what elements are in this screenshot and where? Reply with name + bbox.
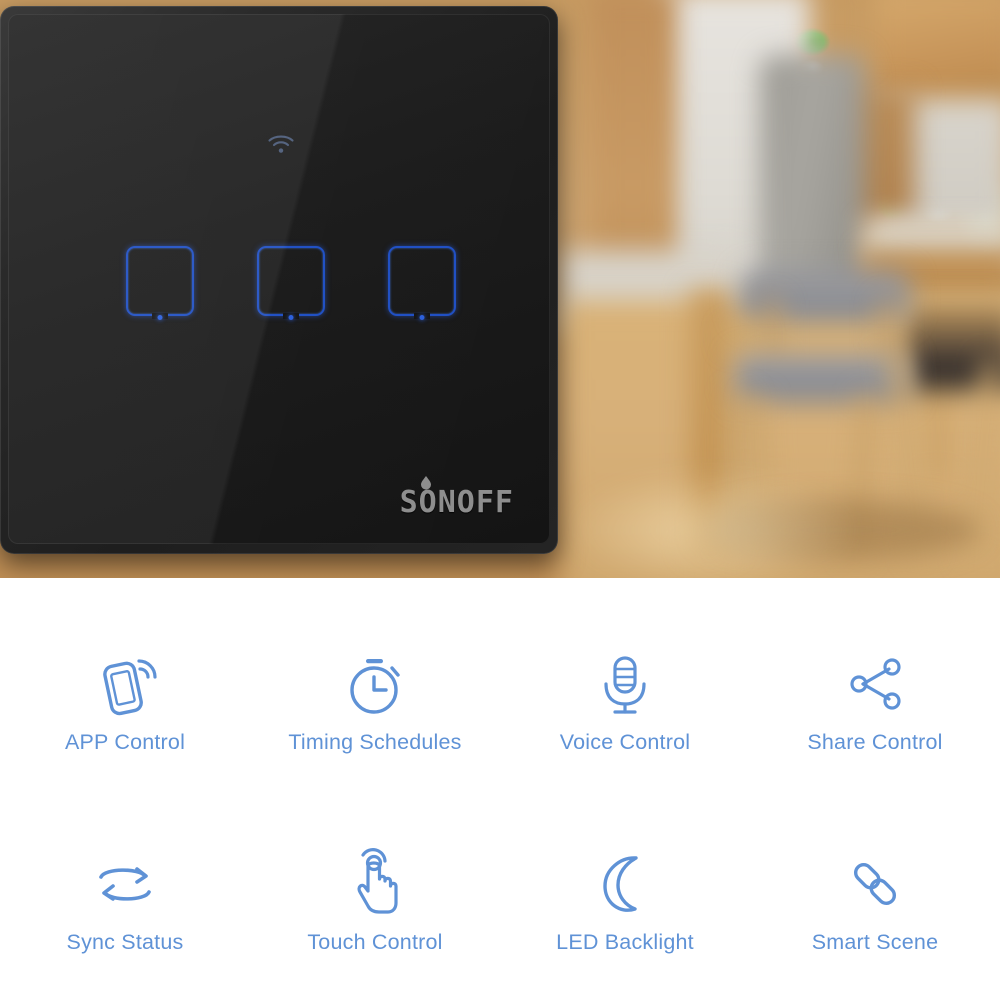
photo-chair-post-left	[765, 300, 779, 360]
feature-label: Timing Schedules	[288, 729, 462, 754]
photo-upper-cabinet	[875, 0, 1000, 98]
microphone-icon	[587, 646, 663, 722]
switch-glass-face: SONOFF	[8, 14, 550, 544]
sonoff-drop-mark	[418, 475, 434, 491]
chain-link-icon	[837, 846, 913, 922]
key-outline	[388, 246, 456, 316]
feature-voice-control[interactable]: Voice Control	[500, 600, 750, 800]
touch-key-gang-2[interactable]	[257, 246, 325, 320]
feature-touch-control[interactable]: Touch Control	[250, 800, 500, 1000]
crescent-moon-icon	[587, 846, 663, 922]
touch-key-gang-1[interactable]	[126, 246, 194, 320]
key-led-dot	[419, 315, 425, 320]
brand-wordmark: SONOFF	[399, 485, 514, 520]
wifi-icon	[266, 132, 296, 156]
share-nodes-icon	[837, 646, 913, 722]
stopwatch-icon	[337, 646, 413, 722]
feature-led-backlight[interactable]: LED Backlight	[500, 800, 750, 1000]
key-led-dot	[157, 315, 163, 320]
sync-arrows-icon	[87, 846, 163, 922]
hand-tap-icon	[337, 846, 413, 922]
feature-label: APP Control	[64, 729, 186, 754]
feature-sync-status[interactable]: Sync Status	[0, 800, 250, 1000]
hero-section: SONOFF	[0, 0, 1000, 578]
touch-key-group	[126, 246, 456, 336]
key-outline	[126, 246, 194, 316]
feature-label: Touch Control	[307, 929, 443, 954]
feature-grid: APP Control Timing Schedules Voice Contr…	[0, 600, 1000, 1000]
feature-label: Voice Control	[559, 729, 691, 754]
feature-label: LED Backlight	[556, 929, 694, 954]
feature-smart-scene[interactable]: Smart Scene	[750, 800, 1000, 1000]
feature-timing-schedules[interactable]: Timing Schedules	[250, 600, 500, 800]
feature-label: Sync Status	[66, 929, 184, 954]
brand-logo: SONOFF	[399, 476, 514, 520]
photo-light-pool	[560, 470, 860, 578]
phone-signal-icon	[87, 646, 163, 722]
feature-label: Share Control	[807, 729, 943, 754]
feature-app-control[interactable]: APP Control	[0, 600, 250, 800]
touch-key-gang-3[interactable]	[388, 246, 456, 320]
photo-chair-arm	[728, 330, 758, 344]
key-led-dot	[288, 315, 294, 320]
photo-chair-seat	[735, 355, 910, 403]
key-outline	[257, 246, 325, 316]
feature-label: Smart Scene	[811, 929, 939, 954]
feature-share-control[interactable]: Share Control	[750, 600, 1000, 800]
smart-switch-panel[interactable]: SONOFF	[0, 6, 558, 554]
product-feature-page: SONOFF APP Control Timing Schedules Voic…	[0, 0, 1000, 1000]
